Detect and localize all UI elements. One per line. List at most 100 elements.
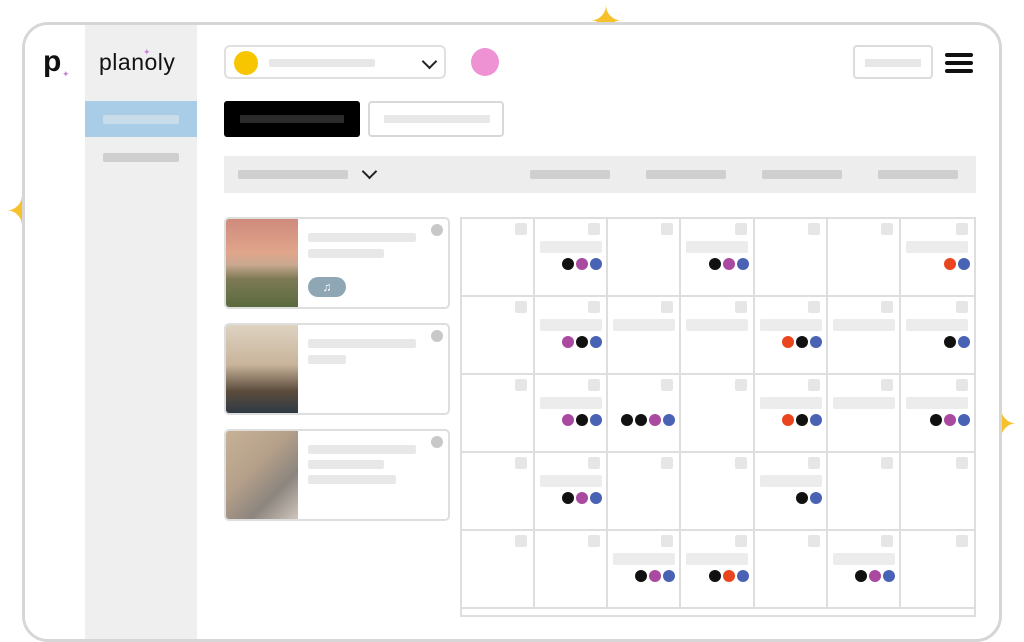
day-checkbox[interactable] [734, 379, 747, 391]
day-checkbox[interactable] [734, 223, 747, 235]
day-checkbox[interactable] [661, 379, 674, 391]
day-checkbox[interactable] [807, 379, 820, 391]
calendar-day-cell[interactable] [535, 531, 609, 609]
day-checkbox[interactable] [734, 301, 747, 313]
calendar-day-cell[interactable] [900, 453, 974, 531]
calendar-day-cell[interactable] [900, 219, 974, 297]
day-checkbox[interactable] [880, 301, 893, 313]
day-checkbox[interactable] [588, 301, 601, 313]
scheduled-post-placeholder[interactable] [613, 319, 676, 331]
calendar-day-cell[interactable] [827, 297, 901, 375]
scheduled-post-placeholder[interactable] [613, 553, 676, 565]
scheduled-post-placeholder[interactable] [905, 319, 968, 331]
day-checkbox[interactable] [588, 535, 601, 547]
post-card[interactable]: ♫ [224, 217, 450, 309]
calendar-day-cell[interactable] [827, 375, 901, 453]
calendar-day-cell[interactable] [754, 219, 828, 297]
day-checkbox[interactable] [956, 223, 968, 235]
day-checkbox[interactable] [515, 535, 528, 547]
day-checkbox[interactable] [807, 223, 820, 235]
scheduled-post-placeholder[interactable] [686, 553, 749, 565]
scheduled-post-placeholder[interactable] [832, 319, 895, 331]
calendar-day-cell[interactable] [681, 219, 755, 297]
filter-option[interactable] [530, 170, 610, 179]
calendar-day-cell[interactable] [462, 531, 536, 609]
scheduled-post-placeholder[interactable] [540, 241, 603, 253]
account-selector[interactable] [224, 45, 446, 79]
menu-icon[interactable] [945, 53, 973, 73]
calendar-day-cell[interactable] [535, 375, 609, 453]
day-checkbox[interactable] [588, 379, 601, 391]
day-checkbox[interactable] [515, 379, 528, 391]
filter-option[interactable] [762, 170, 842, 179]
day-checkbox[interactable] [807, 535, 820, 547]
day-checkbox[interactable] [661, 457, 674, 469]
chevron-down-icon[interactable] [361, 163, 378, 180]
day-checkbox[interactable] [588, 457, 601, 469]
calendar-day-cell[interactable] [608, 453, 682, 531]
day-checkbox[interactable] [588, 223, 601, 235]
day-checkbox[interactable] [515, 223, 528, 235]
scheduled-post-placeholder[interactable] [905, 397, 968, 409]
calendar-day-cell[interactable] [608, 219, 682, 297]
day-checkbox[interactable] [956, 535, 968, 547]
calendar-day-cell[interactable] [827, 219, 901, 297]
calendar-day-cell[interactable] [754, 297, 828, 375]
day-checkbox[interactable] [956, 379, 968, 391]
secondary-tab-button[interactable] [368, 101, 504, 137]
calendar-day-cell[interactable] [827, 531, 901, 609]
day-checkbox[interactable] [956, 457, 968, 469]
day-checkbox[interactable] [807, 301, 820, 313]
calendar-day-cell[interactable] [462, 453, 536, 531]
day-checkbox[interactable] [661, 301, 674, 313]
calendar-day-cell[interactable] [900, 531, 974, 609]
calendar-day-cell[interactable] [754, 531, 828, 609]
calendar-day-cell[interactable] [608, 297, 682, 375]
day-checkbox[interactable] [661, 223, 674, 235]
calendar-day-cell[interactable] [681, 531, 755, 609]
day-checkbox[interactable] [515, 301, 528, 313]
calendar-day-cell[interactable] [608, 375, 682, 453]
calendar-day-cell[interactable] [462, 219, 536, 297]
scheduled-post-placeholder[interactable] [686, 241, 749, 253]
day-checkbox[interactable] [880, 379, 893, 391]
scheduled-post-placeholder[interactable] [540, 397, 603, 409]
scheduled-post-placeholder[interactable] [759, 319, 822, 331]
day-checkbox[interactable] [880, 457, 893, 469]
sidebar-item[interactable] [103, 153, 179, 162]
scheduled-post-placeholder[interactable] [759, 397, 822, 409]
calendar-day-cell[interactable] [681, 297, 755, 375]
scheduled-post-placeholder[interactable] [540, 475, 603, 487]
calendar-day-cell[interactable] [754, 453, 828, 531]
calendar-day-cell[interactable] [608, 531, 682, 609]
post-card[interactable] [224, 323, 450, 415]
calendar-day-cell[interactable] [462, 375, 536, 453]
calendar-day-cell[interactable] [681, 375, 755, 453]
day-checkbox[interactable] [661, 535, 674, 547]
top-action-button[interactable] [853, 45, 933, 79]
day-checkbox[interactable] [734, 535, 747, 547]
calendar-day-cell[interactable] [827, 453, 901, 531]
calendar-day-cell[interactable] [754, 375, 828, 453]
calendar-day-cell[interactable] [900, 297, 974, 375]
post-card[interactable] [224, 429, 450, 521]
filter-dropdown[interactable] [238, 170, 348, 179]
filter-option[interactable] [878, 170, 958, 179]
filter-option[interactable] [646, 170, 726, 179]
day-checkbox[interactable] [515, 457, 528, 469]
calendar-day-cell[interactable] [462, 297, 536, 375]
scheduled-post-placeholder[interactable] [832, 553, 895, 565]
day-checkbox[interactable] [734, 457, 747, 469]
calendar-day-cell[interactable] [535, 297, 609, 375]
scheduled-post-placeholder[interactable] [540, 319, 603, 331]
scheduled-post-placeholder[interactable] [759, 475, 822, 487]
day-checkbox[interactable] [880, 535, 893, 547]
primary-tab-button[interactable] [224, 101, 360, 137]
scheduled-post-placeholder[interactable] [832, 397, 895, 409]
scheduled-post-placeholder[interactable] [905, 241, 968, 253]
day-checkbox[interactable] [956, 301, 968, 313]
scheduled-post-placeholder[interactable] [686, 319, 749, 331]
calendar-day-cell[interactable] [535, 219, 609, 297]
day-checkbox[interactable] [880, 223, 893, 235]
profile-avatar[interactable] [471, 48, 499, 76]
